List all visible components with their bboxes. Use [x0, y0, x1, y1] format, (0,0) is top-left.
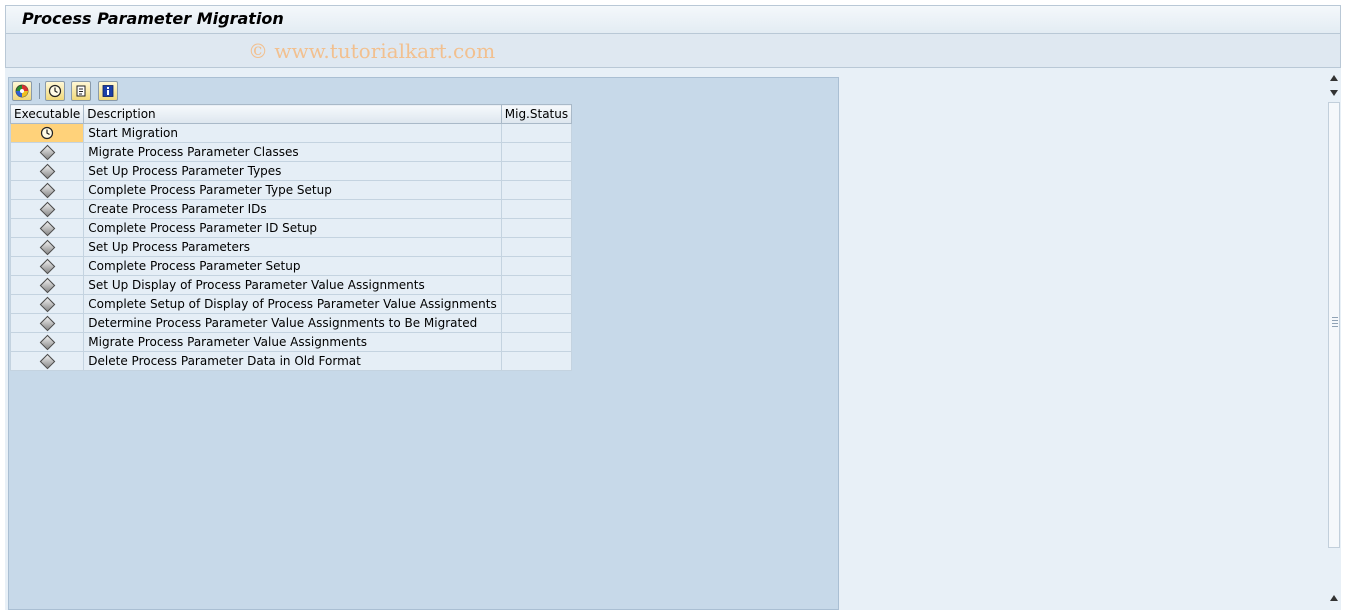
table-body: Start Migration Migrate Process Parameter…	[9, 123, 573, 371]
description-cell[interactable]: Migrate Process Parameter Classes	[83, 142, 502, 162]
description-cell[interactable]: Delete Process Parameter Data in Old For…	[83, 351, 502, 371]
table-row[interactable]: Determine Process Parameter Value Assign…	[9, 313, 573, 333]
execute-button[interactable]	[45, 81, 65, 101]
executable-cell[interactable]	[9, 161, 85, 181]
table-header-row: Executable Description Mig.Status	[9, 104, 573, 124]
table-row[interactable]: Start Migration	[9, 123, 573, 143]
column-header-description[interactable]: Description	[83, 104, 502, 124]
mig-status-cell	[500, 332, 573, 352]
description-cell[interactable]: Set Up Display of Process Parameter Valu…	[83, 275, 502, 295]
table-row[interactable]: Set Up Display of Process Parameter Valu…	[9, 275, 573, 295]
mig-status-cell	[500, 313, 573, 333]
migration-steps-panel: Executable Description Mig.Status Start …	[8, 77, 839, 610]
scroll-grip-icon	[1332, 317, 1338, 327]
legend-button[interactable]	[12, 81, 32, 101]
table-row[interactable]: Create Process Parameter IDs	[9, 199, 573, 219]
executable-cell[interactable]	[9, 180, 85, 200]
mig-status-cell	[500, 142, 573, 162]
executable-cell[interactable]	[9, 313, 85, 333]
executable-cell[interactable]	[9, 237, 85, 257]
diamond-icon	[39, 296, 55, 313]
diamond-icon	[39, 258, 55, 275]
description-cell[interactable]: Complete Process Parameter ID Setup	[83, 218, 502, 238]
executable-cell[interactable]	[9, 218, 85, 238]
table-row[interactable]: Delete Process Parameter Data in Old For…	[9, 351, 573, 371]
table-row[interactable]: Complete Process Parameter Type Setup	[9, 180, 573, 200]
mig-status-cell	[500, 256, 573, 276]
mig-status-cell	[500, 180, 573, 200]
clock-execute-icon	[41, 127, 54, 140]
vertical-scrollbar[interactable]	[1327, 68, 1341, 610]
executable-cell[interactable]	[9, 199, 85, 219]
description-cell[interactable]: Complete Process Parameter Type Setup	[83, 180, 502, 200]
table-row[interactable]: Complete Setup of Display of Process Par…	[9, 294, 573, 314]
mig-status-cell	[500, 294, 573, 314]
clock-execute-icon	[48, 84, 62, 98]
mig-status-cell	[500, 199, 573, 219]
executable-cell[interactable]	[9, 351, 85, 371]
watermark: © www.tutorialkart.com	[248, 39, 496, 63]
table-row[interactable]: Migrate Process Parameter Classes	[9, 142, 573, 162]
scroll-up-button[interactable]	[1327, 71, 1341, 84]
table-row[interactable]: Migrate Process Parameter Value Assignme…	[9, 332, 573, 352]
mig-status-cell	[500, 275, 573, 295]
scroll-down-button[interactable]	[1327, 86, 1341, 99]
info-button[interactable]	[98, 81, 118, 101]
arrow-down-icon	[1330, 89, 1338, 96]
description-cell[interactable]: Set Up Process Parameter Types	[83, 161, 502, 181]
executable-cell[interactable]	[9, 294, 85, 314]
info-icon	[102, 85, 114, 97]
mig-status-cell	[500, 351, 573, 371]
arrow-up-icon	[1330, 74, 1338, 81]
description-cell[interactable]: Migrate Process Parameter Value Assignme…	[83, 332, 502, 352]
mig-status-cell	[500, 237, 573, 257]
table-row[interactable]: Complete Process Parameter Setup	[9, 256, 573, 276]
executable-cell[interactable]	[9, 275, 85, 295]
arrow-up-icon	[1330, 594, 1338, 601]
table-row[interactable]: Set Up Process Parameters	[9, 237, 573, 257]
window-edge	[1341, 0, 1357, 610]
description-cell[interactable]: Determine Process Parameter Value Assign…	[83, 313, 502, 333]
mig-status-cell	[500, 123, 573, 143]
migration-steps-table: Executable Description Mig.Status Start …	[9, 104, 573, 371]
page-title: Process Parameter Migration	[22, 9, 284, 28]
mig-status-cell	[500, 161, 573, 181]
diamond-icon	[39, 163, 55, 180]
description-cell[interactable]: Create Process Parameter IDs	[83, 199, 502, 219]
diamond-icon	[39, 182, 55, 199]
executable-cell[interactable]	[9, 123, 85, 143]
diamond-icon	[39, 201, 55, 218]
diamond-icon	[39, 277, 55, 294]
log-button[interactable]	[71, 81, 91, 101]
diamond-icon	[39, 353, 55, 370]
scroll-log-icon	[76, 85, 86, 97]
executable-cell[interactable]	[9, 332, 85, 352]
diamond-icon	[39, 334, 55, 351]
title-bar: Process Parameter Migration	[5, 5, 1341, 34]
toolbar-separator	[39, 83, 40, 99]
diamond-icon	[39, 220, 55, 237]
mig-status-cell	[500, 218, 573, 238]
diamond-icon	[39, 239, 55, 256]
executable-cell[interactable]	[9, 142, 85, 162]
description-cell[interactable]: Set Up Process Parameters	[83, 237, 502, 257]
description-cell[interactable]: Complete Process Parameter Setup	[83, 256, 502, 276]
table-row[interactable]: Complete Process Parameter ID Setup	[9, 218, 573, 238]
color-wheel-icon	[15, 84, 29, 98]
diamond-icon	[39, 144, 55, 161]
description-cell[interactable]: Complete Setup of Display of Process Par…	[83, 294, 502, 314]
application-toolbar: © www.tutorialkart.com	[5, 34, 1341, 68]
column-header-mig-status[interactable]: Mig.Status	[500, 104, 573, 124]
description-cell[interactable]: Start Migration	[83, 123, 502, 143]
column-header-executable[interactable]: Executable	[9, 104, 85, 124]
scroll-up-bottom-button[interactable]	[1327, 591, 1341, 604]
diamond-icon	[39, 315, 55, 332]
table-row[interactable]: Set Up Process Parameter Types	[9, 161, 573, 181]
executable-cell[interactable]	[9, 256, 85, 276]
scroll-track[interactable]	[1328, 102, 1340, 548]
